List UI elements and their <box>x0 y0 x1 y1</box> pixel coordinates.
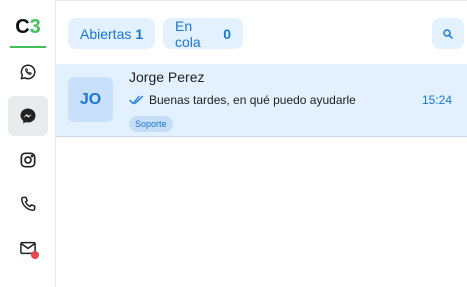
queue-filter-count: 0 <box>223 25 231 42</box>
channel-instagram-button[interactable] <box>8 140 48 180</box>
channel-whatsapp-button[interactable] <box>8 52 48 92</box>
open-filter-label: Abiertas <box>80 25 132 42</box>
channel-mail-button[interactable] <box>8 228 48 268</box>
app: C3 Abiertas 1 En cola 0 JO Jorge Perez B… <box>0 0 467 287</box>
double-check-icon <box>129 95 144 105</box>
open-filter-count: 1 <box>135 25 144 42</box>
avatar: JO <box>68 77 113 122</box>
logo-3: 3 <box>29 16 41 38</box>
channel-rail: C3 <box>0 0 56 287</box>
open-filter-button[interactable]: Abiertas 1 <box>68 18 155 49</box>
whatsapp-icon <box>20 64 36 80</box>
last-message: Buenas tardes, en qué puedo ayudarle <box>129 93 356 107</box>
queue-filter-button[interactable]: En cola 0 <box>163 17 243 50</box>
channel-messenger-button[interactable] <box>8 96 48 136</box>
filter-bar: Abiertas 1 En cola 0 <box>56 0 467 64</box>
conversation-tag: Soporte <box>129 116 173 132</box>
conversation-item[interactable]: JO Jorge Perez Buenas tardes, en qué pue… <box>56 64 467 137</box>
conversation-panel: Abiertas 1 En cola 0 JO Jorge Perez Buen… <box>56 0 467 287</box>
messenger-icon <box>20 108 36 124</box>
logo: C3 <box>10 10 46 48</box>
instagram-icon <box>20 152 36 168</box>
phone-icon <box>21 196 36 211</box>
logo-c: C <box>15 16 30 38</box>
search-button[interactable] <box>432 18 464 49</box>
search-icon <box>443 28 453 39</box>
contact-name: Jorge Perez <box>129 69 205 85</box>
last-message-text: Buenas tardes, en qué puedo ayudarle <box>149 93 356 107</box>
notification-badge <box>31 251 39 259</box>
message-time: 15:24 <box>421 93 452 107</box>
channel-phone-button[interactable] <box>8 184 48 224</box>
queue-filter-label: En cola <box>175 17 201 50</box>
